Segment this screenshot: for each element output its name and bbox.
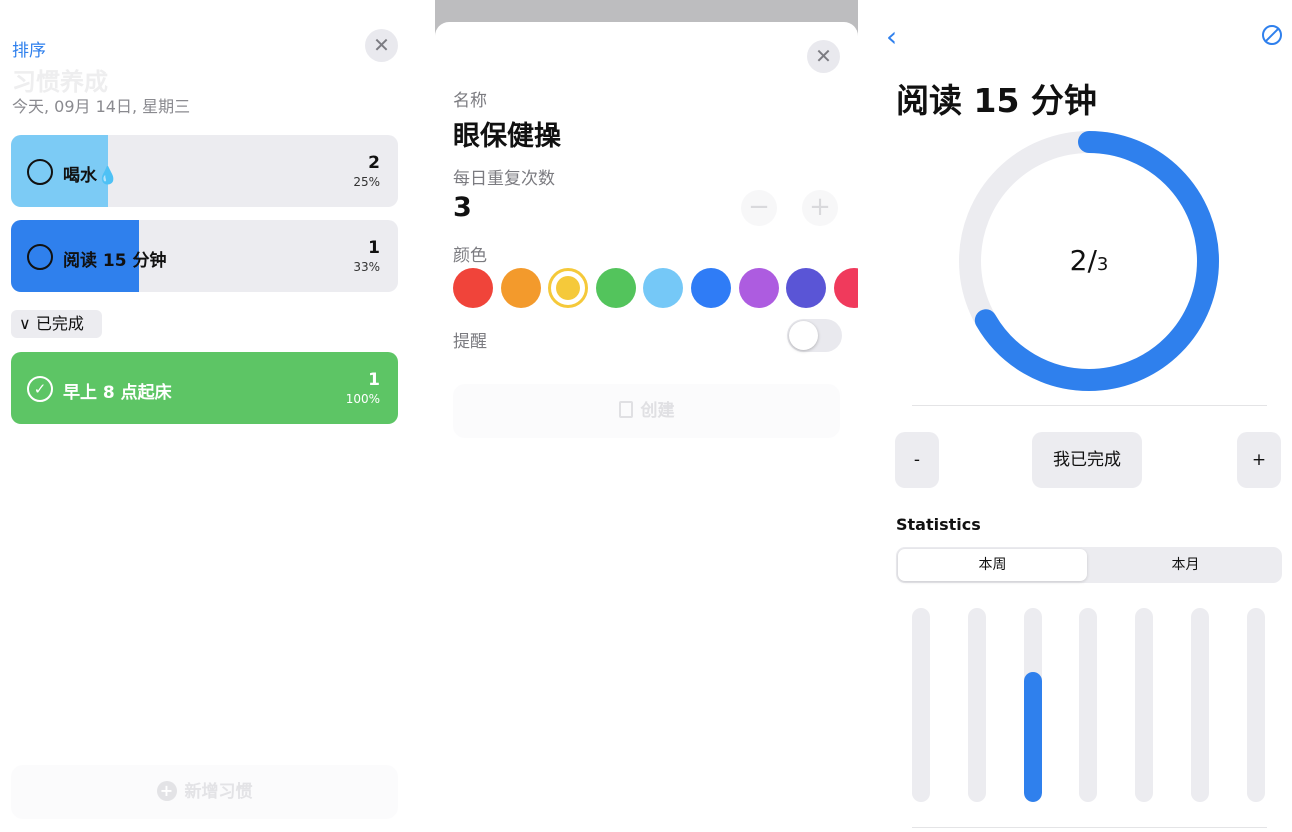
- sort-button[interactable]: 排序: [12, 36, 46, 61]
- habit-row-reading[interactable]: 阅读 15 分钟 1 33%: [11, 220, 398, 292]
- create-sheet: ✕ 名称 眼保健操 每日重复次数 3 − + 颜色 提醒 创建: [435, 22, 858, 832]
- document-add-icon: [618, 401, 633, 418]
- divider: [912, 827, 1267, 828]
- habit-count: 1: [368, 370, 380, 390]
- divider: [912, 405, 1267, 406]
- create-button[interactable]: 创建: [453, 384, 840, 438]
- color-swatch[interactable]: [500, 268, 541, 308]
- decrement-button[interactable]: −: [741, 190, 777, 226]
- decrement-button[interactable]: -: [895, 432, 939, 488]
- week-bar: [1246, 608, 1265, 802]
- habit-detail-panel: ‹ 阅读 15 分钟 2/3 - 我已完成 + Statistics 本周 本月: [876, 0, 1292, 832]
- repeat-count: 3: [453, 192, 472, 223]
- habit-row-wakeup[interactable]: ✓ 早上 8 点起床 1 100%: [11, 352, 398, 424]
- habit-percent: 25%: [353, 175, 380, 189]
- color-swatch[interactable]: [786, 268, 827, 308]
- mark-done-button[interactable]: 我已完成: [1032, 432, 1142, 488]
- color-label: 颜色: [453, 246, 487, 266]
- toggle-knob: [789, 321, 818, 350]
- habit-list-panel: 排序 ✕ 习惯养成 今天, 09月 14日, 星期三 喝水💧 2 25% 阅读 …: [0, 0, 410, 832]
- color-swatch[interactable]: [595, 268, 636, 308]
- habit-title: 阅读 15 分钟: [896, 81, 1097, 120]
- progress-text: 2/3: [1069, 244, 1109, 277]
- segment-month[interactable]: 本月: [1091, 549, 1280, 581]
- week-bar: [1079, 608, 1098, 802]
- progress-total: 3: [1096, 254, 1109, 275]
- color-swatch[interactable]: [738, 268, 779, 308]
- create-habit-panel: ✕ 名称 眼保健操 每日重复次数 3 − + 颜色 提醒 创建: [435, 0, 858, 832]
- reminder-label: 提醒: [453, 332, 487, 352]
- segment-week[interactable]: 本周: [898, 549, 1087, 581]
- week-bar: [912, 608, 930, 802]
- close-icon: ✕: [373, 33, 390, 57]
- reminder-toggle[interactable]: [787, 319, 842, 352]
- close-button[interactable]: ✕: [365, 29, 398, 62]
- close-icon: ✕: [815, 44, 832, 68]
- week-bar: [967, 608, 986, 802]
- incomplete-circle-icon[interactable]: [27, 244, 53, 270]
- completed-label: 已完成: [35, 314, 84, 333]
- disable-icon[interactable]: [1262, 25, 1282, 45]
- week-bar: [1023, 608, 1042, 802]
- habit-count: 1: [368, 238, 380, 258]
- color-swatch[interactable]: [691, 268, 731, 308]
- statistics-heading: Statistics: [896, 515, 981, 534]
- date-label: 今天, 09月 14日, 星期三: [12, 97, 191, 116]
- new-habit-label: 新增习惯: [184, 782, 253, 802]
- habit-name: 早上 8 点起床: [63, 383, 172, 403]
- checkmark-circle-icon[interactable]: ✓: [27, 376, 53, 402]
- habit-count: 2: [368, 153, 380, 173]
- period-segmented-control: 本周 本月: [896, 547, 1282, 583]
- chevron-down-icon: ∨: [19, 314, 31, 333]
- habit-name: 喝水💧: [63, 166, 119, 186]
- progress-done: 2: [1069, 244, 1088, 277]
- week-bar: [1135, 608, 1154, 802]
- increment-button[interactable]: +: [802, 190, 838, 226]
- create-label: 创建: [640, 401, 675, 421]
- color-swatch[interactable]: [833, 268, 858, 308]
- back-chevron-icon[interactable]: ‹: [886, 20, 897, 53]
- name-field[interactable]: 眼保健操: [453, 114, 561, 153]
- habit-percent: 33%: [353, 260, 380, 274]
- completed-section-toggle[interactable]: ∨ 已完成: [11, 310, 102, 338]
- color-swatch[interactable]: [453, 268, 493, 308]
- water-drop-icon: 💧: [97, 166, 119, 186]
- week-bar: [1191, 608, 1209, 802]
- incomplete-circle-icon[interactable]: [27, 159, 53, 185]
- color-swatch[interactable]: [643, 268, 684, 308]
- close-button[interactable]: ✕: [807, 40, 840, 73]
- week-bar-fill: [1023, 672, 1042, 802]
- name-label: 名称: [453, 91, 487, 111]
- habit-row-water[interactable]: 喝水💧 2 25%: [11, 135, 398, 207]
- plus-circle-icon: +: [156, 781, 177, 801]
- color-swatch[interactable]: [548, 268, 589, 308]
- habit-percent: 100%: [345, 392, 380, 406]
- page-title: 习惯养成: [12, 68, 108, 96]
- repeat-label: 每日重复次数: [453, 169, 555, 189]
- habit-name: 阅读 15 分钟: [63, 251, 167, 271]
- new-habit-button[interactable]: + 新增习惯: [11, 765, 398, 819]
- increment-button[interactable]: +: [1237, 432, 1281, 488]
